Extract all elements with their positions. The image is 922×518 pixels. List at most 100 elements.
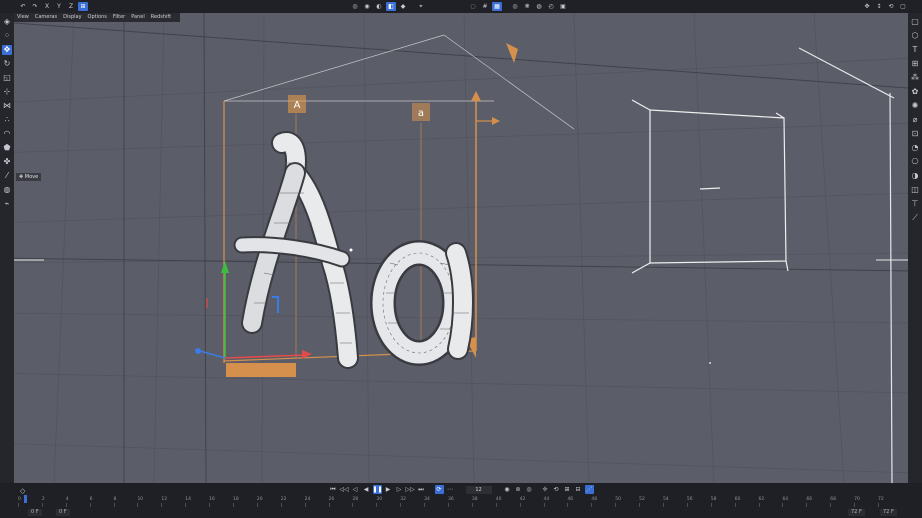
next-key-icon[interactable]: ▷▷	[406, 485, 415, 494]
uv-mode-icon[interactable]: ✤	[2, 157, 12, 167]
transform-tool-icon[interactable]: ⊹	[2, 87, 12, 97]
edge-mode-icon[interactable]: ◠	[2, 129, 12, 139]
next-frame-icon[interactable]: ▷	[395, 485, 404, 494]
mode-icon[interactable]: ⁘	[2, 31, 12, 41]
ruler-tick	[830, 503, 832, 507]
redo-button[interactable]: ↷	[30, 2, 40, 11]
grid-button[interactable]: #	[480, 2, 490, 11]
coordinate-system-button[interactable]: ⊞	[78, 2, 88, 11]
sphere-button[interactable]: ◍	[534, 2, 544, 11]
paint-icon[interactable]: ⟋	[910, 213, 920, 223]
move-tool-icon[interactable]: ✥	[2, 45, 12, 55]
ruler-label: 58	[710, 497, 717, 502]
field-icon[interactable]: ✿	[910, 87, 920, 97]
render-object-icon[interactable]: ◫	[910, 185, 920, 195]
x-axis-button[interactable]: X	[42, 2, 52, 11]
scale-tool-icon[interactable]: ◱	[2, 73, 12, 83]
range-start-field[interactable]: 0 F	[28, 509, 42, 516]
menu-view[interactable]: View	[17, 13, 29, 22]
key-param-icon[interactable]: ⊟	[574, 485, 583, 494]
effects-button[interactable]: ❋	[522, 2, 532, 11]
render-button[interactable]: ◉	[362, 2, 372, 11]
render-view-button[interactable]: ◎	[350, 2, 360, 11]
maximize-icon[interactable]: ▢	[898, 2, 908, 11]
play-icon[interactable]: ▶	[384, 485, 393, 494]
bbox-base-handle[interactable]	[226, 363, 296, 377]
menu-options[interactable]: Options	[88, 13, 107, 22]
loop-icon[interactable]: ⟳	[434, 485, 444, 494]
menu-display[interactable]: Display	[63, 13, 81, 22]
ruler-tick	[328, 503, 330, 507]
preview-start-field[interactable]: 0 F	[56, 509, 70, 516]
pivot-point-icon	[349, 248, 353, 252]
preview-end-field[interactable]: 72 F	[848, 509, 865, 516]
auto-key-icon[interactable]: ⊚	[514, 485, 523, 494]
y-axis-button[interactable]: Y	[54, 2, 64, 11]
current-frame-field[interactable]: 12	[465, 485, 492, 494]
scene-icon[interactable]: ⌀	[910, 115, 920, 125]
key-position-icon[interactable]: ✢	[541, 485, 550, 494]
key-rotation-icon[interactable]: ⟲	[552, 485, 561, 494]
undo-button[interactable]: ↶	[18, 2, 28, 11]
3d-viewport[interactable]: A a View Cameras Display Options Filter …	[14, 13, 908, 483]
light-icon[interactable]: ◔	[910, 143, 920, 153]
menu-redshift[interactable]: Redshift	[151, 13, 171, 22]
tool-hud[interactable]: ✥ Move	[16, 173, 42, 181]
simulation-icon[interactable]: ⊤	[910, 199, 920, 209]
camera-object-icon[interactable]: ⊡	[910, 129, 920, 139]
range-end-field[interactable]: 72 F	[880, 509, 897, 516]
play-reverse-icon[interactable]: ◀	[362, 485, 371, 494]
zoom-icon[interactable]: ⟲	[886, 2, 896, 11]
ipr-button[interactable]: ◐	[374, 2, 384, 11]
text-mesh-ao[interactable]	[233, 131, 474, 369]
deformer-icon[interactable]: ✺	[910, 101, 920, 111]
lighting-button[interactable]: ◎	[510, 2, 520, 11]
menu-cameras[interactable]: Cameras	[35, 13, 57, 22]
material-icon[interactable]: ◑	[910, 171, 920, 181]
ruler-tick	[639, 503, 641, 507]
pause-icon[interactable]: ❚❚	[372, 485, 383, 494]
orbit-icon[interactable]: ↕	[874, 2, 884, 11]
go-to-start-icon[interactable]: ⏮	[329, 485, 338, 494]
generator-icon[interactable]: ⊞	[910, 59, 920, 69]
menu-panel[interactable]: Panel	[131, 13, 145, 22]
tag-icon[interactable]: ⎔	[910, 157, 920, 167]
live-selection-icon[interactable]: ◈	[2, 17, 12, 27]
sculpt-icon[interactable]: ◍	[2, 185, 12, 195]
axis-icon[interactable]: ⋈	[2, 101, 12, 111]
quantize-button[interactable]: ▦	[492, 2, 502, 11]
material-button[interactable]: ◆	[398, 2, 408, 11]
record-icon[interactable]: ◉	[503, 485, 512, 494]
polygon-mode-icon[interactable]: ⬟	[2, 143, 12, 153]
snap-icon[interactable]: ⌁	[2, 199, 12, 209]
layout-button[interactable]: ▣	[558, 2, 568, 11]
z-axis-button[interactable]: Z	[66, 2, 76, 11]
viewport-canvas[interactable]: A a	[14, 13, 908, 483]
key-selection-icon[interactable]: ◎	[525, 485, 534, 494]
playhead[interactable]	[24, 495, 27, 503]
rotate-tool-icon[interactable]: ↻	[2, 59, 12, 69]
primitive-icon[interactable]: ⬡	[910, 31, 920, 41]
cube-object-icon[interactable]: ▢	[910, 17, 920, 27]
ruler-tick	[376, 503, 378, 507]
cloner-icon[interactable]: ⁂	[910, 73, 920, 83]
timeline-ruler[interactable]: 0 2 4 6 8 10 12 14 16 18 20 22 24 26 28 30 32 34 36 38 40 42 4…	[18, 497, 908, 509]
snap-button[interactable]: ⌖	[416, 2, 426, 11]
key-scale-icon[interactable]: ⊞	[563, 485, 572, 494]
prev-frame-icon[interactable]: ◁	[351, 485, 360, 494]
go-to-end-icon[interactable]: ⏭	[417, 485, 426, 494]
key-pla-icon[interactable]: ⋰	[584, 485, 594, 494]
knife-icon[interactable]: ⁄	[2, 171, 12, 181]
scene-edge-line-top	[798, 47, 895, 99]
prev-key-icon[interactable]: ◁◁	[340, 485, 349, 494]
workplane-button[interactable]: ◌	[468, 2, 478, 11]
render-settings-button[interactable]: ◧	[386, 2, 396, 11]
text-spline-icon[interactable]: T	[910, 45, 920, 55]
range-icon[interactable]: ⋯	[446, 485, 455, 494]
camera-frame[interactable]	[631, 99, 789, 274]
camera-button[interactable]: ◴	[546, 2, 556, 11]
menu-filter[interactable]: Filter	[113, 13, 125, 22]
ruler-label: 50	[615, 497, 621, 502]
point-mode-icon[interactable]: ∴	[2, 115, 12, 125]
pan-icon[interactable]: ✥	[862, 2, 872, 11]
